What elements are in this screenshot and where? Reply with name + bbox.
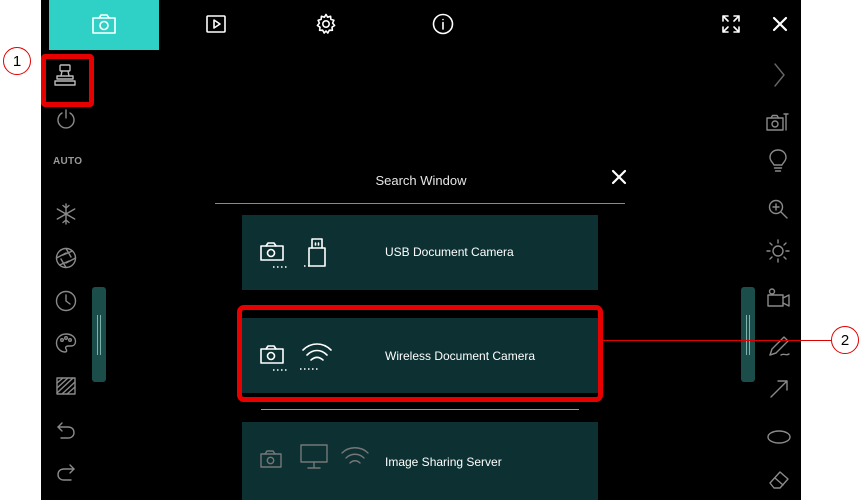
app-window: AUTO Search Window USB Document Camera W… [41,0,801,500]
aperture-icon[interactable] [54,246,78,270]
palette-icon[interactable] [54,331,78,355]
freeze-icon[interactable] [54,202,78,226]
redo-icon[interactable] [54,460,78,484]
zoom-icon[interactable] [767,198,789,220]
highlight-wireless-option [237,305,603,402]
fullscreen-icon[interactable] [719,12,743,36]
usb-camera-label: USB Document Camera [385,245,514,259]
pen-icon[interactable] [766,333,792,359]
dialog-bottom-divider [261,409,579,410]
gear-icon[interactable] [314,12,338,36]
video-icon[interactable] [766,287,792,309]
camera-icon [260,242,289,268]
dialog-top-divider [215,203,625,204]
camera-settings-icon[interactable] [765,110,791,134]
callout-1: 1 [3,47,31,75]
usb-icon [304,238,326,267]
usb-camera-option[interactable]: USB Document Camera [242,215,598,290]
camera-icon [92,14,116,34]
undo-icon[interactable] [54,418,78,442]
tab-camera[interactable] [49,0,159,50]
right-panel-handle[interactable] [741,287,755,382]
close-icon[interactable] [768,12,792,36]
lamp-icon[interactable] [767,148,789,174]
callout-2: 2 [831,326,859,354]
timer-icon[interactable] [54,289,78,313]
camera-icon [260,450,282,468]
auto-focus-button[interactable]: AUTO [53,156,82,167]
chevron-right-icon[interactable] [767,60,791,90]
dialog-title: Search Window [375,173,467,188]
callout-2-line [603,340,831,342]
info-icon[interactable] [431,12,455,36]
brightness-icon[interactable] [765,238,791,264]
wifi-icon [341,447,369,464]
mask-icon[interactable] [54,374,78,398]
ellipse-icon[interactable] [766,427,792,447]
power-icon[interactable] [55,108,77,130]
highlight-document-camera [41,54,94,107]
monitor-icon [300,444,328,469]
image-sharing-server-label: Image Sharing Server [385,455,502,469]
image-sharing-server-option[interactable]: Image Sharing Server [242,422,598,500]
eraser-icon[interactable] [767,468,791,490]
left-panel-handle[interactable] [92,287,106,382]
arrow-icon[interactable] [767,377,791,401]
close-icon[interactable] [611,169,627,185]
play-icon[interactable] [204,12,228,36]
